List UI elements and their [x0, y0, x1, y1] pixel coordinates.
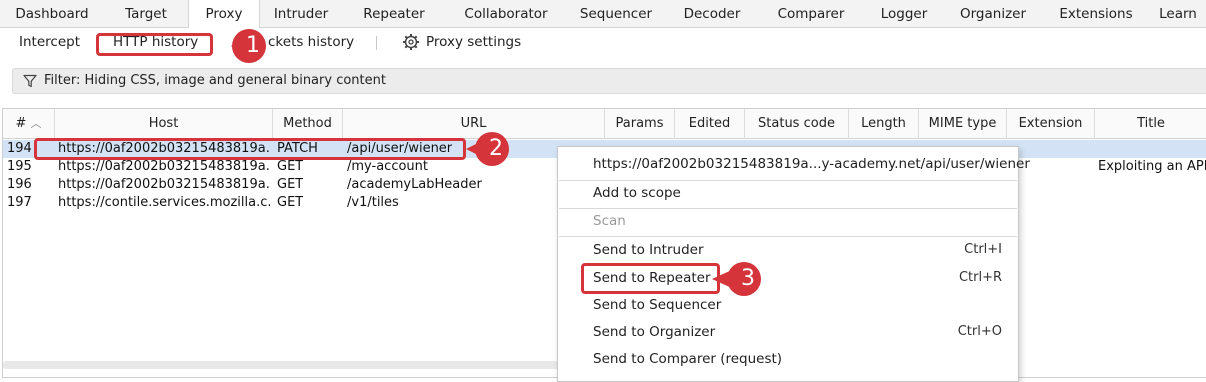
- subtab-proxy-settings[interactable]: Proxy settings: [426, 34, 521, 50]
- row-url: /v1/tiles: [347, 195, 399, 210]
- row-host: https://0af2002b03215483819a...: [58, 177, 270, 192]
- menu-item-label: Send to Organizer: [593, 324, 716, 340]
- tab-target[interactable]: Target: [104, 0, 188, 28]
- col-method[interactable]: Method: [273, 109, 343, 139]
- col-length[interactable]: Length: [849, 109, 919, 139]
- tab-intruder[interactable]: Intruder: [260, 0, 342, 28]
- tab-proxy[interactable]: Proxy: [188, 0, 260, 29]
- col-params[interactable]: Params: [605, 109, 675, 139]
- row-number: 194: [7, 141, 32, 156]
- burp-proxy-window: Dashboard Target Proxy Intruder Repeater…: [0, 0, 1206, 382]
- subtab-websockets-history[interactable]: ckets history: [268, 34, 354, 50]
- row-number: 196: [7, 177, 32, 192]
- row-host: https://0af2002b03215483819a...: [58, 159, 270, 174]
- menu-shortcut: Ctrl+O: [957, 324, 1002, 339]
- menu-item-label: Send to Intruder: [593, 242, 704, 258]
- tab-dashboard[interactable]: Dashboard: [0, 0, 104, 28]
- menu-item-label: Send to Sequencer: [593, 297, 722, 313]
- sort-ascending-icon: ︿: [30, 117, 42, 130]
- menu-item-label: Send to Comparer (request): [593, 351, 783, 367]
- badge-number: 1: [246, 33, 260, 58]
- col-mime-type[interactable]: MIME type: [919, 109, 1007, 139]
- badge-number: 2: [489, 136, 503, 161]
- row-method: GET: [277, 177, 304, 192]
- tab-organizer[interactable]: Organizer: [944, 0, 1042, 28]
- callout-badge-1: 1: [231, 28, 267, 64]
- callout-badge-3: 3: [712, 261, 776, 297]
- menu-item-send-to-organizer[interactable]: Send to Organizer Ctrl+O: [558, 320, 1018, 347]
- menu-item-label: Scan: [593, 213, 626, 229]
- tab-repeater[interactable]: Repeater: [342, 0, 446, 28]
- top-tab-bar: Dashboard Target Proxy Intruder Repeater…: [0, 0, 1206, 29]
- col-number-label: #: [15, 116, 27, 131]
- tab-extensions[interactable]: Extensions: [1042, 0, 1150, 28]
- row-method: GET: [277, 195, 304, 210]
- gear-icon[interactable]: [402, 33, 420, 51]
- horizontal-scrollbar[interactable]: [3, 361, 563, 369]
- col-status-code[interactable]: Status code: [745, 109, 849, 139]
- callout-box-http-history: [96, 33, 213, 56]
- menu-divider: [559, 236, 1017, 237]
- tab-logger[interactable]: Logger: [864, 0, 944, 28]
- menu-item-add-to-scope[interactable]: Add to scope: [558, 181, 1018, 208]
- filter-icon: [23, 74, 37, 88]
- filter-bar[interactable]: Filter: Hiding CSS, image and general bi…: [12, 68, 1206, 94]
- callout-badge-2: 2: [466, 131, 524, 167]
- badge-number: 3: [741, 266, 755, 291]
- row-number: 195: [7, 159, 32, 174]
- row-title: Exploiting an API e: [1098, 159, 1206, 174]
- callout-box-send-to-repeater: [581, 263, 720, 294]
- col-title[interactable]: Title: [1095, 109, 1206, 139]
- row-url: /my-account: [347, 159, 428, 174]
- tab-comparer[interactable]: Comparer: [758, 0, 864, 28]
- col-host[interactable]: Host: [55, 109, 273, 139]
- menu-url-label: https://0af2002b03215483819a...y-academy…: [593, 156, 1030, 172]
- tab-sequencer[interactable]: Sequencer: [566, 0, 666, 28]
- filter-text: Filter: Hiding CSS, image and general bi…: [44, 73, 386, 88]
- menu-item-label: Add to scope: [593, 185, 681, 201]
- tab-learn[interactable]: Learn: [1150, 0, 1206, 28]
- row-url: /academyLabHeader: [347, 177, 482, 192]
- menu-item-send-to-comparer[interactable]: Send to Comparer (request): [558, 347, 1018, 374]
- col-extension[interactable]: Extension: [1007, 109, 1095, 139]
- col-edited[interactable]: Edited: [675, 109, 745, 139]
- subtab-intercept[interactable]: Intercept: [19, 34, 80, 50]
- menu-shortcut: Ctrl+I: [964, 242, 1002, 257]
- menu-item-send-to-sequencer[interactable]: Send to Sequencer: [558, 293, 1018, 320]
- row-host: https://contile.services.mozilla.c...: [58, 195, 270, 210]
- col-number[interactable]: # ︿: [3, 109, 55, 139]
- tab-collaborator[interactable]: Collaborator: [446, 0, 566, 28]
- row-method: GET: [277, 159, 304, 174]
- row-number: 197: [7, 195, 32, 210]
- menu-item-send-to-intruder[interactable]: Send to Intruder Ctrl+I: [558, 238, 1018, 265]
- subtab-divider: [376, 36, 377, 50]
- menu-shortcut: Ctrl+R: [958, 270, 1002, 285]
- menu-item-scan: Scan: [558, 209, 1018, 236]
- tab-decoder[interactable]: Decoder: [666, 0, 758, 28]
- callout-box-selected-request: [34, 138, 466, 160]
- table-header: # ︿ Host Method URL Params Edited Status…: [3, 109, 1206, 139]
- menu-item-request-url[interactable]: https://0af2002b03215483819a...y-academy…: [558, 152, 1030, 179]
